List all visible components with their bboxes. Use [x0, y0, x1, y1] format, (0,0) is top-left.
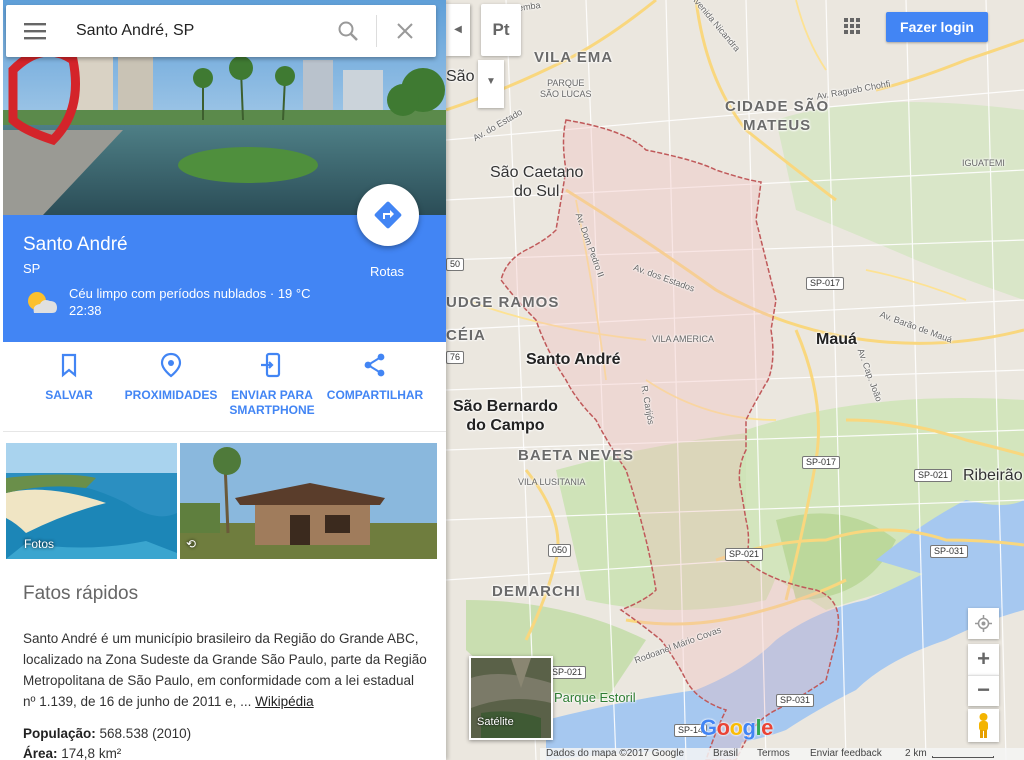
action-bar: SALVAR PROXIMIDADES ENVIAR PARA SMARTPHO…	[3, 342, 446, 432]
street-view-pegman-icon[interactable]	[968, 709, 999, 742]
weather-info: Céu limpo com períodos nublados · 19 °C …	[69, 285, 349, 319]
fact-label[interactable]: Área:	[23, 746, 58, 760]
description-text: Santo André é um município brasileiro da…	[23, 631, 427, 709]
scale-bar	[932, 756, 994, 758]
hamburger-menu-icon[interactable]	[24, 22, 46, 40]
map-label: VILA EMA	[534, 49, 614, 66]
map-label: Ribeirão	[963, 467, 1023, 484]
partly-cloudy-weather-icon	[24, 287, 60, 317]
zoom-out-button[interactable]: −	[968, 675, 999, 706]
crosshair-icon	[975, 615, 992, 632]
place-title: Santo André	[23, 234, 128, 255]
search-box	[6, 5, 436, 57]
highway-shield: 050	[548, 544, 572, 557]
fact-value: 174,8 km²	[61, 746, 122, 760]
highway-shield: 50	[446, 258, 465, 271]
map-label: Santo André	[526, 351, 621, 368]
google-logo: Google	[700, 715, 773, 740]
map-label: Parque Estoril	[554, 690, 636, 705]
directions-icon	[374, 201, 402, 229]
terms-link[interactable]: Termos	[757, 748, 790, 760]
map-label: UDGE RAMOS	[446, 294, 560, 311]
highway-shield: 76	[446, 351, 465, 364]
map-label: São Bernardo do Campo	[453, 398, 558, 434]
send-to-phone-button[interactable]: ENVIAR PARA SMARTPHONE	[222, 352, 322, 418]
fact-label[interactable]: População:	[23, 726, 96, 741]
country-link[interactable]: Brasil	[713, 748, 738, 760]
feedback-link[interactable]: Enviar feedback	[810, 748, 882, 760]
directions-label: Rotas	[370, 264, 404, 279]
directions-button[interactable]	[357, 184, 419, 246]
map-label: DEMARCHI	[492, 583, 581, 600]
collapse-panel-button[interactable]: ◀	[446, 4, 470, 56]
search-icon[interactable]	[336, 19, 360, 43]
map-data-credit: Dados do mapa ©2017 Google	[546, 748, 685, 759]
nearby-button[interactable]: PROXIMIDADES	[121, 352, 221, 403]
map-canvas[interactable]: V. Sapopemba VILA EMA PARQUE SÃO LUCAS S…	[446, 0, 1024, 760]
quick-facts-description: Santo André é um município brasileiro da…	[23, 628, 427, 712]
satellite-label: Satélite	[477, 716, 514, 728]
apps-grid-icon[interactable]	[840, 14, 864, 38]
save-label: SALVAR	[45, 388, 93, 402]
zoom-in-button[interactable]: +	[968, 644, 999, 675]
caret-down-icon: ▼	[486, 76, 496, 87]
weather-summary: Céu limpo com períodos nublados · 19 °C	[69, 286, 311, 301]
map-label: BAETA NEVES	[518, 447, 635, 464]
highway-shield: SP-031	[930, 545, 969, 558]
local-time: 22:38	[69, 303, 102, 318]
share-button[interactable]: COMPARTILHAR	[325, 352, 425, 403]
map-label: IGUATEMI	[962, 158, 1005, 168]
nearby-label: PROXIMIDADES	[124, 388, 218, 402]
nearby-pin-icon	[160, 352, 182, 378]
satellite-layer-toggle[interactable]: Satélite	[469, 656, 553, 740]
360-view-icon: ⟲	[186, 537, 197, 551]
scale-label[interactable]: 2 km	[905, 748, 927, 760]
google-maps-window: V. Sapopemba VILA EMA PARQUE SÃO LUCAS S…	[0, 0, 1024, 760]
highway-shield: SP-031	[776, 694, 815, 707]
close-icon[interactable]	[394, 20, 416, 42]
fact-population: População: 568.538 (2010)	[23, 726, 191, 741]
share-icon	[364, 353, 385, 377]
caret-left-icon: ◀	[454, 24, 462, 35]
photo-tile-street-view[interactable]: ⟲	[180, 443, 437, 559]
highway-shield: SP-017	[802, 456, 841, 469]
send-to-phone-label: ENVIAR PARA SMARTPHONE	[229, 388, 315, 417]
wikipedia-link[interactable]: Wikipédia	[255, 694, 314, 709]
share-label: COMPARTILHAR	[326, 388, 424, 402]
search-input[interactable]	[76, 19, 326, 43]
place-region: SP	[23, 261, 41, 276]
map-label: São Caetano do Sul	[490, 164, 584, 200]
photos-caption: Fotos	[24, 537, 55, 551]
map-label: VILA AMERICA	[652, 334, 715, 344]
highway-shield: SP-021	[548, 666, 587, 679]
search-divider	[376, 15, 377, 47]
language-button[interactable]: Pt	[481, 4, 521, 56]
bookmark-icon	[61, 353, 77, 378]
highway-shield: SP-021	[914, 469, 953, 482]
fact-value: 568.538 (2010)	[99, 726, 192, 741]
quick-facts-title: Fatos rápidos	[23, 583, 139, 604]
fact-area: Área: 174,8 km²	[23, 746, 121, 760]
photo-tile-beach[interactable]: Fotos	[6, 443, 177, 559]
highway-shield: SP-021	[725, 548, 764, 561]
building-photo	[180, 443, 437, 559]
my-location-button[interactable]	[968, 608, 999, 639]
map-label: CIDADE SÃO MATEUS	[725, 98, 830, 134]
map-label: PARQUE SÃO LUCAS	[540, 78, 592, 99]
map-label: VILA LUSITANIA	[518, 477, 586, 487]
send-to-phone-icon	[261, 352, 281, 378]
place-panel: Santo André SP Céu limpo com períodos nu…	[0, 0, 446, 760]
map-footer: Dados do mapa ©2017 Google Brasil Termos…	[540, 748, 1024, 760]
save-button[interactable]: SALVAR	[19, 352, 119, 403]
map-label: CÉIA	[446, 327, 486, 344]
login-button[interactable]: Fazer login	[886, 12, 988, 42]
language-dropdown[interactable]: ▼	[478, 60, 504, 108]
highway-shield: SP-017	[806, 277, 845, 290]
map-label: Mauá	[816, 331, 857, 348]
